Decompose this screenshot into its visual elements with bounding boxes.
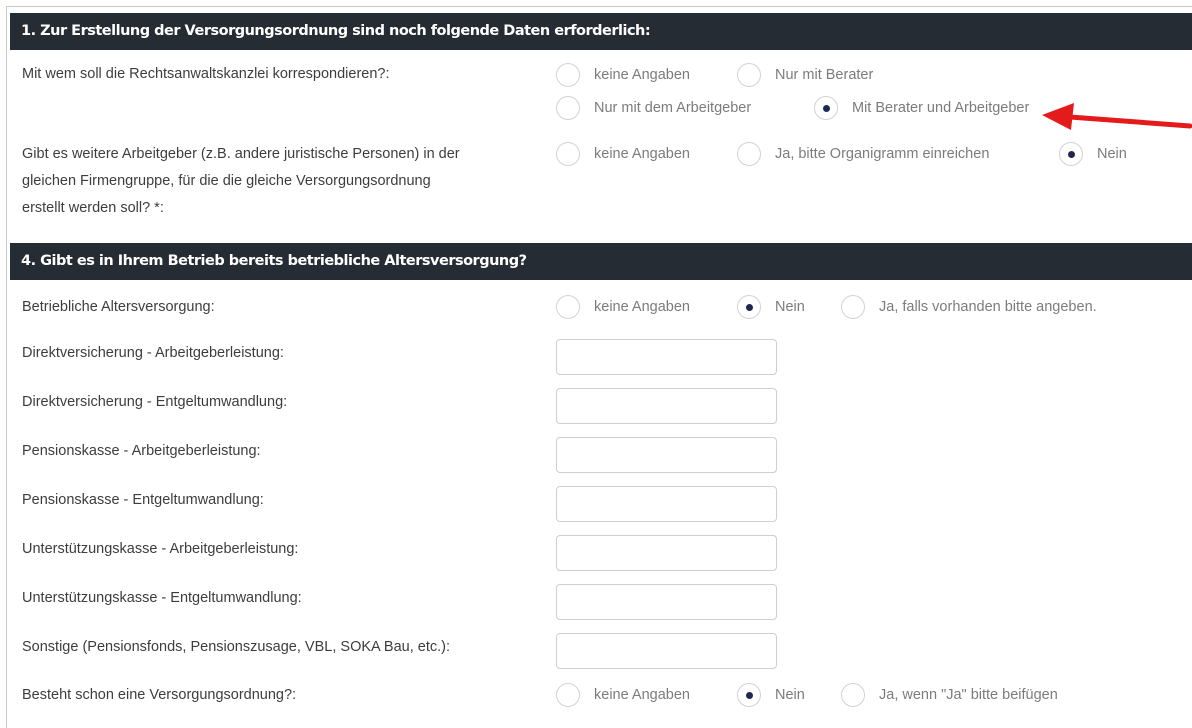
field-label-pk-entgelt: Pensionskasse - Entgeltumwandlung: bbox=[22, 492, 264, 508]
input-sonstige[interactable] bbox=[556, 633, 777, 669]
option-correspond-nur-arbeitgeber[interactable]: Nur mit dem Arbeitgeber bbox=[556, 96, 751, 120]
field-label-pk-arbeitgeber: Pensionskasse - Arbeitgeberleistung: bbox=[22, 443, 261, 459]
field-label-uk-entgelt: Unterstützungskasse - Entgeltumwandlung: bbox=[22, 590, 302, 606]
red-arrow-icon bbox=[1042, 103, 1192, 130]
input-uk-entgelt[interactable] bbox=[556, 584, 777, 620]
option-existing-keine-angaben[interactable]: keine Angaben bbox=[556, 683, 690, 707]
input-dv-arbeitgeber[interactable] bbox=[556, 339, 777, 375]
question-bav-label: Betriebliche Altersversorgung: bbox=[22, 299, 215, 315]
question-employers-label-line-1: Gibt es weitere Arbeitgeber (z.B. andere… bbox=[22, 146, 460, 162]
section-1-header: 1. Zur Erstellung der Versorgungsordnung… bbox=[10, 13, 1192, 50]
radio-button-selected[interactable] bbox=[737, 295, 761, 319]
field-label-sonstige: Sonstige (Pensionsfonds, Pensionszusage,… bbox=[22, 639, 450, 655]
question-employers-label-line-2: gleichen Firmengruppe, für die die gleic… bbox=[22, 173, 431, 189]
question-correspond-label: Mit wem soll die Rechtsanwaltskanzlei ko… bbox=[22, 66, 390, 82]
radio-button[interactable] bbox=[556, 96, 580, 120]
option-existing-nein[interactable]: Nein bbox=[737, 683, 805, 707]
radio-button[interactable] bbox=[556, 295, 580, 319]
radio-button[interactable] bbox=[556, 683, 580, 707]
radio-button[interactable] bbox=[556, 142, 580, 166]
input-pk-entgelt[interactable] bbox=[556, 486, 777, 522]
radio-button[interactable] bbox=[737, 142, 761, 166]
option-correspond-nur-mit-berater[interactable]: Nur mit Berater bbox=[737, 63, 873, 87]
radio-button[interactable] bbox=[737, 63, 761, 87]
field-label-dv-entgelt: Direktversicherung - Entgeltumwandlung: bbox=[22, 394, 288, 410]
option-correspond-keine-angaben[interactable]: keine Angaben bbox=[556, 63, 690, 87]
question-employers-label-line-3: erstellt werden soll? *: bbox=[22, 200, 164, 216]
option-bav-ja[interactable]: Ja, falls vorhanden bitte angeben. bbox=[841, 295, 1097, 319]
question-existing-label: Besteht schon eine Versorgungsordnung?: bbox=[22, 687, 297, 703]
radio-button-selected[interactable] bbox=[737, 683, 761, 707]
option-correspond-berater-und-arbeitgeber[interactable]: Mit Berater und Arbeitgeber bbox=[814, 96, 1029, 120]
radio-button[interactable] bbox=[841, 683, 865, 707]
radio-button[interactable] bbox=[556, 63, 580, 87]
field-label-uk-arbeitgeber: Unterstützungskasse - Arbeitgeberleistun… bbox=[22, 541, 299, 557]
input-dv-entgelt[interactable] bbox=[556, 388, 777, 424]
section-4-header: 4. Gibt es in Ihrem Betrieb bereits betr… bbox=[10, 243, 1192, 280]
radio-button-selected[interactable] bbox=[1059, 142, 1083, 166]
radio-button-selected[interactable] bbox=[814, 96, 838, 120]
option-employers-ja-organigramm[interactable]: Ja, bitte Organigramm einreichen bbox=[737, 142, 989, 166]
radio-button[interactable] bbox=[841, 295, 865, 319]
option-existing-ja[interactable]: Ja, wenn "Ja" bitte beifügen bbox=[841, 683, 1058, 707]
option-employers-nein[interactable]: Nein bbox=[1059, 142, 1127, 166]
option-bav-nein[interactable]: Nein bbox=[737, 295, 805, 319]
input-uk-arbeitgeber[interactable] bbox=[556, 535, 777, 571]
field-label-dv-arbeitgeber: Direktversicherung - Arbeitgeberleistung… bbox=[22, 345, 284, 361]
option-bav-keine-angaben[interactable]: keine Angaben bbox=[556, 295, 690, 319]
input-pk-arbeitgeber[interactable] bbox=[556, 437, 777, 473]
option-employers-keine-angaben[interactable]: keine Angaben bbox=[556, 142, 690, 166]
